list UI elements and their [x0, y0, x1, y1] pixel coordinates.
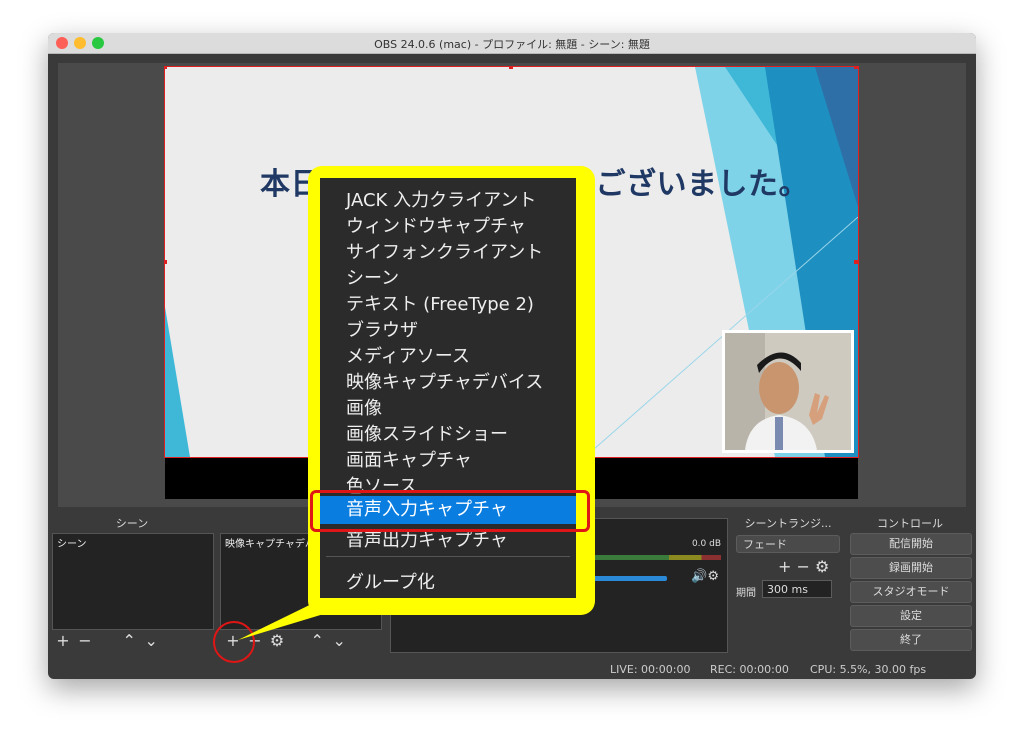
webcam-image — [725, 333, 851, 450]
person-image — [725, 333, 851, 450]
live-timer: LIVE: 00:00:00 — [610, 663, 691, 676]
resize-handle[interactable] — [854, 67, 858, 69]
transitions-dock-title: シーントランジ... — [744, 517, 832, 530]
scenes-dock-title: シーン — [115, 517, 149, 530]
add-scene-button[interactable]: + — [52, 631, 74, 650]
controls-dock-title: コントロール — [877, 517, 943, 530]
remove-scene-button[interactable]: − — [74, 631, 96, 650]
list-item[interactable]: シーン — [53, 534, 213, 551]
move-up-icon[interactable]: ⌃ — [306, 631, 328, 650]
menu-item-image[interactable]: 画像 — [346, 394, 382, 420]
add-source-menu[interactable]: JACK 入力クライアント ウィンドウキャプチャ サイフォンクライアント シーン… — [320, 178, 576, 598]
resize-handle[interactable] — [165, 67, 167, 69]
gear-icon[interactable]: ⚙ — [815, 557, 829, 576]
annotation-circle — [213, 621, 255, 663]
gear-icon[interactable]: ⚙ — [266, 631, 288, 650]
menu-item-scene[interactable]: シーン — [346, 264, 399, 290]
status-bar: LIVE: 00:00:00 REC: 00:00:00 CPU: 5.5%, … — [48, 661, 976, 679]
speaker-icon[interactable]: 🔊⚙ — [691, 569, 719, 584]
start-streaming-button[interactable]: 配信開始 — [850, 533, 972, 555]
menu-item-syphon-client[interactable]: サイフォンクライアント — [346, 238, 543, 264]
resize-handle[interactable] — [509, 67, 513, 69]
transitions-dock-header: シーントランジ... — [732, 515, 844, 530]
title-bar: OBS 24.0.6 (mac) - プロファイル: 無題 - シーン: 無題 — [48, 33, 976, 54]
scenes-list[interactable]: シーン — [52, 533, 214, 630]
menu-item-image-slideshow[interactable]: 画像スライドショー — [346, 420, 508, 446]
menu-item-window-capture[interactable]: ウィンドウキャプチャ — [346, 212, 526, 238]
duration-label: 期間 — [736, 588, 756, 599]
mixer-db-label: 0.0 dB — [691, 539, 721, 549]
cpu-status: CPU: 5.5%, 30.00 fps — [810, 663, 927, 676]
remove-transition-button[interactable]: − — [797, 557, 810, 576]
duration-input[interactable]: 300 ms — [762, 580, 832, 598]
menu-item-text-freetype[interactable]: テキスト (FreeType 2) — [346, 290, 534, 316]
settings-button[interactable]: 設定 — [850, 605, 972, 627]
move-down-icon[interactable]: ⌄ — [328, 631, 350, 650]
volume-slider[interactable] — [591, 576, 667, 581]
webcam-source[interactable] — [722, 330, 854, 453]
transition-select-value: フェード — [743, 538, 787, 551]
menu-item-display-capture[interactable]: 画面キャプチャ — [346, 446, 472, 472]
menu-item-browser[interactable]: ブラウザ — [346, 316, 418, 342]
scenes-dock-header: シーン — [48, 515, 216, 530]
resize-handle[interactable] — [165, 260, 167, 264]
move-up-icon[interactable]: ⌃ — [118, 631, 140, 650]
controls-dock-header: コントロール — [850, 515, 970, 530]
menu-separator — [326, 556, 570, 557]
window-title: OBS 24.0.6 (mac) - プロファイル: 無題 - シーン: 無題 — [374, 38, 650, 51]
rec-timer: REC: 00:00:00 — [710, 663, 789, 676]
highlight-box — [310, 490, 590, 532]
studio-mode-button[interactable]: スタジオモード — [850, 581, 972, 603]
menu-item-jack-input[interactable]: JACK 入力クライアント — [346, 186, 536, 212]
menu-item-group[interactable]: グループ化 — [346, 568, 435, 594]
exit-button[interactable]: 終了 — [850, 629, 972, 651]
add-transition-button[interactable]: + — [778, 557, 791, 576]
menu-item-video-capture-device[interactable]: 映像キャプチャデバイス — [346, 368, 543, 394]
scenes-toolbar: + − ⌃ ⌄ — [52, 631, 162, 650]
transition-select[interactable]: フェード — [736, 535, 840, 553]
resize-handle[interactable] — [854, 260, 858, 264]
transition-toolbar: + − ⚙ — [778, 557, 829, 576]
volume-meter — [591, 555, 721, 560]
menu-item-media-source[interactable]: メディアソース — [346, 342, 470, 368]
start-recording-button[interactable]: 録画開始 — [850, 557, 972, 579]
move-down-icon[interactable]: ⌄ — [140, 631, 162, 650]
